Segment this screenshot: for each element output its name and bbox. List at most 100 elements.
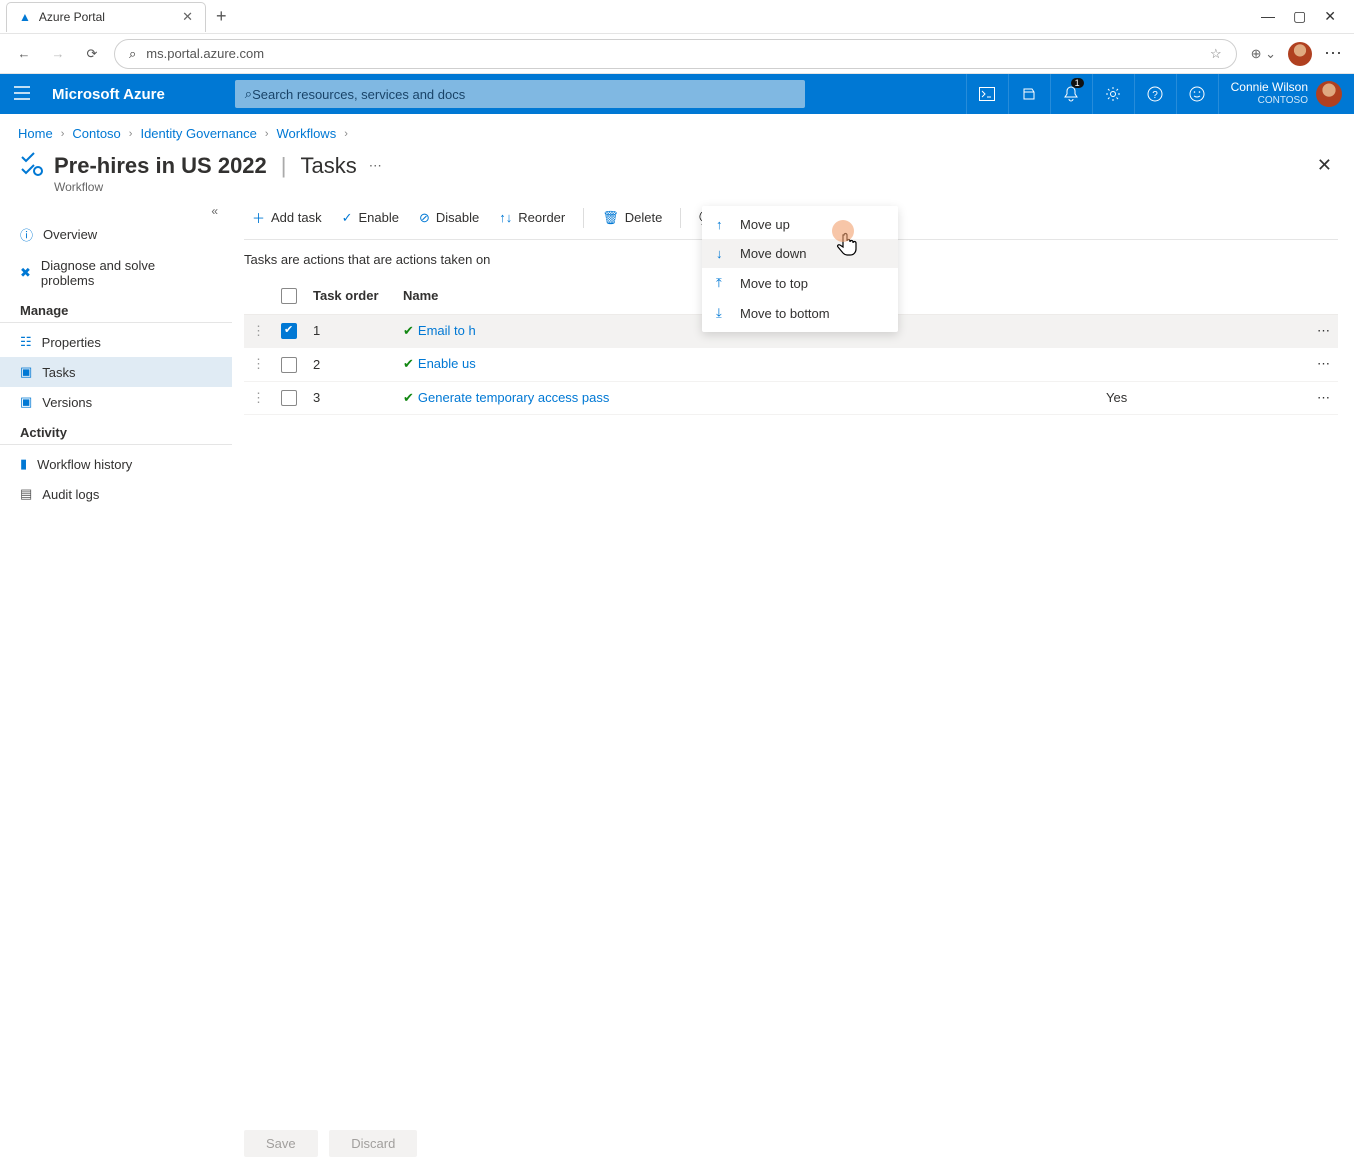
nav-diagnose[interactable]: ✖ Diagnose and solve problems (0, 251, 232, 295)
move-to-bottom-item[interactable]: ⤓ Move to bottom (702, 298, 898, 328)
crumb-contoso[interactable]: Contoso (72, 126, 120, 141)
enable-button[interactable]: ✓ Enable (334, 206, 407, 230)
maximize-icon[interactable]: ▢ (1293, 8, 1306, 25)
move-down-item[interactable]: ↓ Move down (702, 239, 898, 268)
properties-icon: ☷ (20, 334, 32, 350)
btn-label: Disable (436, 210, 479, 225)
table-row[interactable]: ⋮ 2 ✔ Enable us ⋯ (244, 348, 1338, 382)
row-checkbox[interactable] (281, 323, 297, 339)
svg-text:?: ? (1152, 90, 1158, 101)
portal-brand[interactable]: Microsoft Azure (52, 86, 165, 103)
col-order[interactable]: Task order (305, 277, 395, 314)
tasks-icon: ▣ (20, 364, 32, 380)
status-icon: ✔ (403, 356, 414, 371)
left-nav: « ⓘ Overview ✖ Diagnose and solve proble… (0, 194, 232, 1169)
drag-handle-icon[interactable]: ⋮ (252, 356, 265, 371)
user-avatar (1316, 81, 1342, 107)
tab-close-icon[interactable]: ✕ (182, 9, 193, 25)
settings-icon[interactable] (1092, 74, 1134, 114)
arrow-up-icon: ↑ (716, 217, 730, 232)
breadcrumb: Home › Contoso › Identity Governance › W… (0, 114, 1354, 145)
notifications-icon[interactable]: 1 (1050, 74, 1092, 114)
move-up-item[interactable]: ↑ Move up (702, 210, 898, 239)
delete-button[interactable]: 🗑 Delete (594, 206, 670, 230)
new-tab-button[interactable]: + (206, 6, 237, 27)
feedback-smile-icon[interactable] (1176, 74, 1218, 114)
browser-profile-avatar[interactable] (1288, 42, 1312, 66)
collections-icon[interactable]: ⊕ ⌄ (1251, 46, 1276, 62)
tools-icon: ✖ (20, 265, 31, 281)
row-more-icon[interactable]: ⋯ (1317, 390, 1330, 405)
nav-overview[interactable]: ⓘ Overview (0, 218, 232, 251)
nav-label: Diagnose and solve problems (41, 258, 212, 288)
btn-label: Delete (625, 210, 663, 225)
dd-label: Move down (740, 246, 806, 261)
arrow-bottom-icon: ⤓ (716, 305, 730, 321)
close-blade-icon[interactable]: ✕ (1317, 155, 1336, 176)
row-checkbox[interactable] (281, 390, 297, 406)
dd-label: Move to top (740, 276, 808, 291)
cloud-shell-icon[interactable] (966, 74, 1008, 114)
browser-more-icon[interactable]: ⋯ (1324, 43, 1342, 64)
nav-label: Workflow history (37, 457, 132, 472)
help-icon[interactable]: ? (1134, 74, 1176, 114)
nav-tasks[interactable]: ▣ Tasks (0, 357, 232, 387)
nav-versions[interactable]: ▣ Versions (0, 387, 232, 417)
save-button[interactable]: Save (244, 1130, 318, 1157)
azure-favicon: ▲ (19, 10, 31, 24)
nav-label: Versions (42, 395, 92, 410)
refresh-button[interactable]: ⟳ (80, 46, 104, 62)
back-button[interactable]: ← (12, 46, 36, 61)
minimize-icon[interactable]: — (1261, 8, 1275, 25)
crumb-home[interactable]: Home (18, 126, 53, 141)
disable-button[interactable]: ⊘ Disable (411, 206, 487, 230)
global-search[interactable]: ⌕ (235, 80, 805, 108)
nav-label: Tasks (42, 365, 75, 380)
cell-col3 (1098, 314, 1298, 348)
row-more-icon[interactable]: ⋯ (1317, 323, 1330, 338)
portal-menu-icon[interactable] (14, 86, 42, 103)
dd-label: Move up (740, 217, 790, 232)
move-to-top-item[interactable]: ⤒ Move to top (702, 268, 898, 298)
row-more-icon[interactable]: ⋯ (1317, 356, 1330, 371)
select-all-checkbox[interactable] (281, 288, 297, 304)
crumb-workflows[interactable]: Workflows (276, 126, 336, 141)
forward-button[interactable]: → (46, 46, 70, 61)
workflow-icon (18, 151, 44, 180)
dd-label: Move to bottom (740, 306, 830, 321)
collapse-nav-icon[interactable]: « (0, 204, 232, 218)
btn-label: Enable (359, 210, 399, 225)
chevron-right-icon: › (265, 128, 269, 140)
title-more-icon[interactable]: ⋯ (369, 158, 382, 174)
nav-workflow-history[interactable]: ▮ Workflow history (0, 449, 232, 479)
drag-handle-icon[interactable]: ⋮ (252, 390, 265, 405)
nav-properties[interactable]: ☷ Properties (0, 327, 232, 357)
task-link[interactable]: Enable us (418, 356, 476, 371)
browser-tab[interactable]: ▲ Azure Portal ✕ (6, 2, 206, 32)
reorder-button[interactable]: ↑↓ Reorder (491, 206, 573, 229)
arrow-down-icon: ↓ (716, 246, 730, 261)
cell-order: 2 (305, 348, 395, 382)
user-account-menu[interactable]: Connie Wilson CONTOSO (1218, 74, 1354, 114)
nav-audit-logs[interactable]: ▤ Audit logs (0, 479, 232, 509)
add-task-button[interactable]: ＋ Add task (244, 204, 330, 231)
task-link[interactable]: Generate temporary access pass (418, 390, 609, 405)
window-close-icon[interactable]: ✕ (1324, 8, 1336, 25)
discard-button[interactable]: Discard (329, 1130, 417, 1157)
separator (680, 208, 681, 228)
address-bar[interactable]: ⌕ ms.portal.azure.com ☆ (114, 39, 1237, 69)
drag-handle-icon[interactable]: ⋮ (252, 323, 265, 338)
row-checkbox[interactable] (281, 357, 297, 373)
chevron-right-icon: › (61, 128, 65, 140)
trash-icon: 🗑 (602, 210, 619, 226)
favorite-icon[interactable]: ☆ (1210, 46, 1222, 62)
task-link[interactable]: Email to h (418, 323, 476, 338)
table-row[interactable]: ⋮ 3 ✔Generate temporary access pass Yes … (244, 381, 1338, 415)
checkmark-icon: ✓ (342, 210, 353, 226)
crumb-identity-governance[interactable]: Identity Governance (140, 126, 256, 141)
tab-title: Azure Portal (39, 10, 174, 24)
directories-icon[interactable] (1008, 74, 1050, 114)
nav-label: Audit logs (42, 487, 99, 502)
separator (583, 208, 584, 228)
global-search-input[interactable] (252, 87, 795, 102)
